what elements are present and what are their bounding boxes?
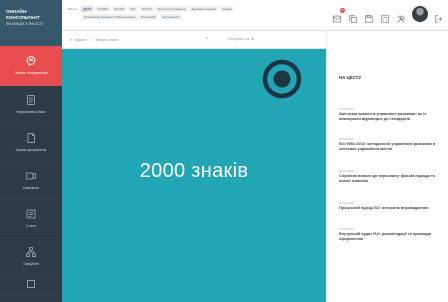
filter-bar: Всього ДСТУ ISO/IEC EN ISO ISO ISO/TS Те…	[66, 6, 366, 22]
tools-icon[interactable]	[396, 11, 406, 23]
sort-label: Сортувати за	[227, 37, 250, 41]
news-item[interactable]: 00.00.0000 Службові вимоги до персоналу:…	[339, 169, 443, 184]
grid-icon	[25, 278, 37, 290]
sort-arrow-icon: ⇅	[251, 37, 255, 41]
news-date: 00.00.0000	[339, 137, 355, 141]
app-logo[interactable]: ОНЛАЙН-КОНСУЛЬТАНТ ФАХІВЦЯ З ЯКОСТІ	[0, 0, 62, 46]
calculator-icon[interactable]	[380, 11, 390, 23]
news-panel: НА ЦЕСТУ 00.00.0000 Змістовні вимоги в у…	[326, 31, 448, 302]
sidebar-item-label: Статті	[25, 224, 37, 229]
filter-tag[interactable]: Інші рішення	[159, 14, 182, 20]
logo-subtitle: ФАХІВЦЯ З ЯКОСТІ	[6, 21, 44, 26]
filter-tag[interactable]: Державні кодекси	[189, 6, 219, 12]
sidebar-item-label: Нормативна база	[16, 110, 46, 115]
search-field[interactable]: ⌕ Шукати | Введіть запит	[70, 37, 118, 42]
filter-row-2: Нормативні документи Мінекономіки Постан…	[66, 14, 366, 20]
user-avatar[interactable]	[412, 6, 428, 22]
video-icon	[25, 170, 37, 182]
filter-tag[interactable]: Нормативні документи Мінекономіки	[82, 14, 138, 20]
chat-icon	[25, 55, 37, 67]
news-date: 00.00.0000	[339, 201, 355, 205]
sidebar-item-label: Запити консультації	[14, 71, 48, 76]
search-label: Шукати	[74, 37, 87, 42]
sidebar-item-articles[interactable]: Статті	[0, 200, 62, 238]
news-item[interactable]: 00.00.0000 Процесний підхід ISO: алгорит…	[339, 201, 443, 211]
news-date: 00.00.0000	[339, 107, 355, 111]
news-title[interactable]: Процесний підхід ISO: алгоритм впровадже…	[339, 206, 443, 211]
sort-control[interactable]: Сортувати за ⇅	[227, 37, 254, 41]
document-icon	[25, 94, 37, 106]
top-toolbar: Всього ДСТУ ISO/IEC EN ISO ISO ISO/TS Те…	[62, 0, 448, 31]
news-date: 00.00.0000	[339, 169, 355, 173]
save-icon[interactable]	[364, 11, 374, 23]
news-title[interactable]: Службові вимоги до персоналу: фахові під…	[339, 174, 443, 184]
news-item[interactable]: 00.00.0000 Внутрішній аудит ISO: рекомен…	[339, 227, 443, 242]
search-input[interactable]: Введіть запит	[96, 38, 119, 42]
news-item[interactable]: 00.00.0000 Змістовні вимоги в управлінні…	[339, 107, 443, 122]
sidebar-item-label: Зразки документів	[15, 148, 47, 153]
sidebar-item-regulations[interactable]: Нормативна база	[0, 86, 62, 124]
search-icon: ⌕	[70, 37, 73, 42]
filter-tag[interactable]: ДСТУ	[81, 6, 94, 12]
filter-tag[interactable]: Постанови	[139, 14, 158, 20]
filter-row-1: Всього ДСТУ ISO/IEC EN ISO ISO ISO/TS Те…	[66, 6, 366, 12]
news-date: 00.00.0000	[339, 227, 355, 231]
article-icon	[25, 208, 37, 220]
chevron-down-icon[interactable]: ▾	[206, 36, 208, 40]
main-content-panel: 2000 знаків	[62, 49, 326, 302]
news-heading: НА ЦЕСТУ	[339, 75, 362, 80]
news-title[interactable]: Змістовні вимоги в управлінні ризиками: …	[339, 112, 443, 122]
sidebar-item-templates[interactable]: Зразки документів	[0, 124, 62, 162]
logout-icon[interactable]	[434, 11, 444, 23]
sidebar-item-label: Офіційне	[23, 262, 39, 267]
sidebar-item-training[interactable]: Навчання	[0, 162, 62, 200]
separator: |	[90, 37, 92, 42]
copy-icon[interactable]	[348, 11, 358, 23]
filter-tag[interactable]: Технічні регламенти	[155, 6, 188, 12]
news-title[interactable]: ISO 9001:2015: методологія управління ри…	[339, 142, 443, 152]
org-icon	[25, 246, 37, 258]
sidebar: ОНЛАЙН-КОНСУЛЬТАНТ ФАХІВЦЯ З ЯКОСТІ Запи…	[0, 0, 62, 302]
sidebar-item-consultations[interactable]: Запити консультації	[0, 46, 62, 86]
filter-tag[interactable]: ISO/IEC	[95, 6, 111, 12]
news-item[interactable]: 00.00.0000 ISO 9001:2015: методологія уп…	[339, 137, 443, 152]
sidebar-item-official[interactable]: Офіційне	[0, 238, 62, 276]
sidebar-item-more[interactable]	[0, 276, 62, 296]
notification-badge: 3	[340, 7, 345, 13]
sidebar-item-label: Навчання	[22, 186, 40, 191]
toolbar-icons: 3	[332, 6, 444, 23]
search-bar: ⌕ Шукати | Введіть запит ▾ Сортувати за …	[62, 31, 326, 49]
filter-tag[interactable]: ISO	[128, 6, 138, 12]
filter-tag[interactable]: EN ISO	[112, 6, 127, 12]
filter-all[interactable]: Всього	[66, 6, 79, 12]
file-icon	[25, 132, 37, 144]
news-title[interactable]: Внутрішній аудит ISO: рекомендації та пр…	[339, 232, 443, 242]
filter-tag[interactable]: Норми	[220, 6, 234, 12]
filter-tag[interactable]: ISO/TS	[139, 6, 154, 12]
character-count-text: 2000 знаків	[139, 160, 249, 182]
notifications-icon[interactable]: 3	[332, 7, 345, 22]
target-icon	[262, 59, 302, 99]
logo-title: ОНЛАЙН-КОНСУЛЬТАНТ	[6, 9, 40, 20]
